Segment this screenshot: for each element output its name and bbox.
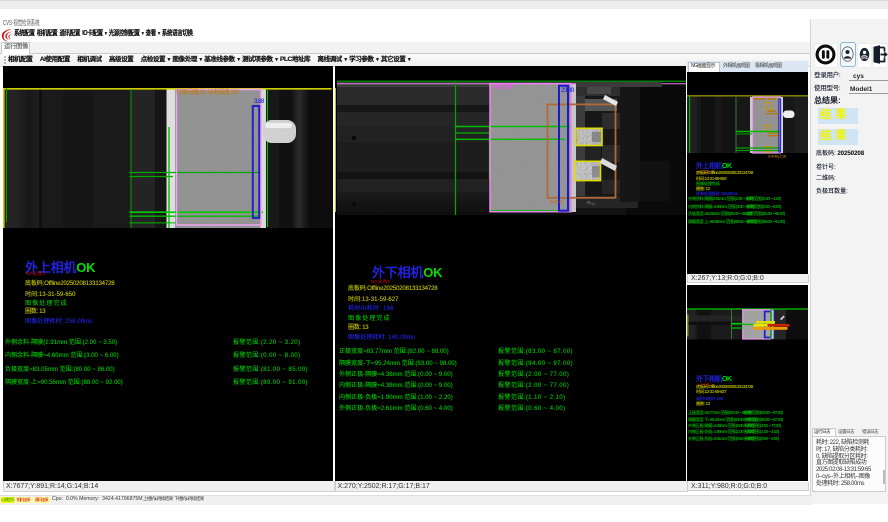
svg-text:3.49 Bq:1.38: 3.49 Bq:1.38 bbox=[768, 154, 787, 159]
